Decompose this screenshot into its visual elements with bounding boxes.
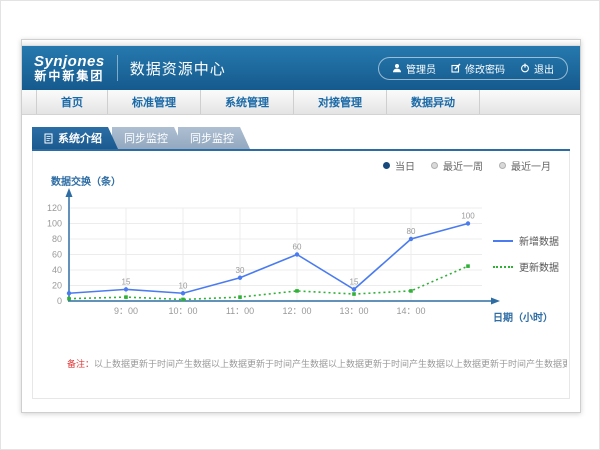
logout-icon — [520, 63, 530, 73]
document-icon — [44, 133, 53, 144]
svg-text:120: 120 — [47, 203, 62, 213]
green-dotted-sample-icon — [493, 266, 513, 268]
svg-text:10：00: 10：00 — [168, 306, 197, 316]
radio-unselected-icon — [431, 162, 438, 169]
header-divider — [117, 55, 118, 81]
tab-label: 同步监控 — [124, 130, 168, 146]
chart-panel: 当日 最近一周 最近一月 数据交换（条） 0204060801001209：00… — [32, 151, 570, 399]
svg-text:20: 20 — [52, 281, 62, 291]
content-area: 系统介绍 同步监控 同步监控 当日 最近一 — [22, 127, 580, 399]
change-password-button[interactable]: 修改密码 — [451, 61, 505, 76]
logout-label: 退出 — [534, 61, 554, 76]
user-toolbar: 管理员 修改密码 退出 — [378, 57, 568, 80]
svg-text:0: 0 — [57, 296, 62, 306]
svg-text:60: 60 — [293, 243, 302, 252]
svg-text:9：00: 9：00 — [114, 306, 138, 316]
footnote-prefix: 备注： — [67, 359, 94, 369]
radio-unselected-icon — [499, 162, 506, 169]
svg-text:40: 40 — [52, 265, 62, 275]
svg-text:15: 15 — [350, 277, 359, 286]
svg-text:80: 80 — [407, 227, 416, 236]
user-icon — [392, 63, 402, 73]
page-background: Synjones 新中新集团 数据资源中心 管理员 修改密码 — [0, 0, 600, 450]
main-nav: 首页 标准管理 系统管理 对接管理 数据异动 — [22, 90, 580, 115]
nav-item-home[interactable]: 首页 — [36, 90, 108, 114]
app-title: 数据资源中心 — [130, 58, 226, 79]
footnote-text: 以上数据更新于时间产生数据以上数据更新于时间产生数据以上数据更新于时间产生数据以… — [94, 359, 567, 369]
app-window: Synjones 新中新集团 数据资源中心 管理员 修改密码 — [21, 39, 581, 413]
app-header: Synjones 新中新集团 数据资源中心 管理员 修改密码 — [22, 46, 580, 90]
nav-item-standard-mgmt[interactable]: 标准管理 — [108, 90, 201, 114]
logo-primary-text: Synjones — [34, 54, 105, 70]
x-axis-title: 日期（小时） — [493, 309, 553, 324]
logo-secondary-text: 新中新集团 — [34, 70, 104, 83]
radio-last-month-label: 最近一月 — [511, 158, 551, 173]
svg-text:11：00: 11：00 — [226, 306, 254, 316]
legend-updated-data-label: 更新数据 — [519, 259, 559, 274]
nav-item-data-change[interactable]: 数据异动 — [387, 90, 480, 114]
tab-bar: 系统介绍 同步监控 同步监控 — [32, 127, 570, 149]
svg-text:100: 100 — [47, 219, 62, 229]
tab-sync-monitor-1[interactable]: 同步监控 — [112, 127, 184, 149]
edit-icon — [451, 63, 461, 73]
nav-item-system-mgmt[interactable]: 系统管理 — [201, 90, 294, 114]
legend-item-new-data[interactable]: 新增数据 — [493, 233, 559, 248]
svg-text:30: 30 — [236, 266, 245, 275]
change-password-label: 修改密码 — [465, 61, 505, 76]
line-chart: 0 20 40 60 80 100 120 9：00 10：00 11：00 12：00 13：00 1… — [39, 171, 509, 321]
tab-system-intro[interactable]: 系统介绍 — [32, 127, 118, 149]
brand-logo: Synjones 新中新集团 — [34, 54, 105, 82]
tab-label: 同步监控 — [190, 130, 234, 146]
svg-text:15: 15 — [122, 277, 131, 286]
nav-item-interface-mgmt[interactable]: 对接管理 — [294, 90, 387, 114]
legend-item-updated-data[interactable]: 更新数据 — [493, 259, 559, 274]
svg-text:14：00: 14：00 — [396, 306, 425, 316]
logout-button[interactable]: 退出 — [520, 61, 554, 76]
admin-user-button[interactable]: 管理员 — [392, 61, 436, 76]
legend-new-data-label: 新增数据 — [519, 233, 559, 248]
footnote: 备注：以上数据更新于时间产生数据以上数据更新于时间产生数据以上数据更新于时间产生… — [67, 357, 567, 370]
svg-text:80: 80 — [52, 234, 62, 244]
admin-user-label: 管理员 — [406, 61, 436, 76]
svg-text:10: 10 — [179, 281, 188, 290]
tab-sync-monitor-2[interactable]: 同步监控 — [178, 127, 250, 149]
radio-selected-icon — [383, 162, 390, 169]
series-legend: 新增数据 更新数据 — [493, 233, 559, 274]
svg-text:100: 100 — [461, 212, 475, 221]
blue-line-sample-icon — [493, 240, 513, 242]
svg-text:60: 60 — [52, 250, 62, 260]
svg-text:13：00: 13：00 — [339, 306, 368, 316]
svg-text:12：00: 12：00 — [282, 306, 311, 316]
tab-label: 系统介绍 — [58, 130, 102, 146]
